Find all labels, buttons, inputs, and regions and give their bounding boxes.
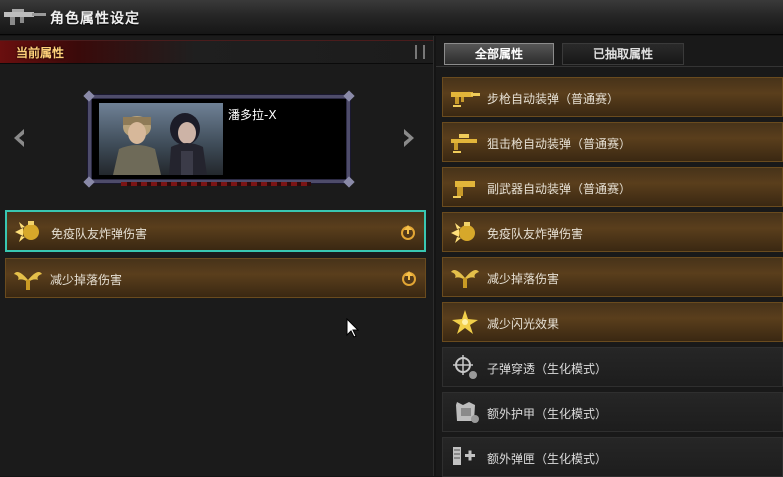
tab-all-attributes[interactable]: 全部属性	[444, 43, 554, 65]
attribute-label: 减少掉落伤害	[487, 272, 560, 286]
attribute-row[interactable]: 减少闪光效果	[442, 302, 783, 342]
attribute-label: 免疫队友炸弹伤害	[51, 227, 148, 241]
attribute-label: 额外护甲（生化模式）	[487, 407, 608, 421]
attribute-label: 减少闪光效果	[487, 317, 560, 331]
upgrade-icon[interactable]	[400, 224, 416, 240]
attribute-row[interactable]: 步枪自动装弹（普通赛）	[442, 77, 783, 117]
current-attribute-row[interactable]: 减少掉落伤害	[5, 258, 426, 298]
current-attributes-header: 当前属性	[0, 40, 433, 64]
chevron-left-icon[interactable]	[10, 126, 28, 150]
attribute-row[interactable]: 免疫队友炸弹伤害	[442, 212, 783, 252]
tab-divider	[436, 66, 783, 67]
attribute-label: 子弹穿透（生化模式）	[487, 362, 608, 376]
tab-drawn-attributes[interactable]: 已抽取属性	[562, 43, 684, 65]
grenade-icon	[451, 222, 475, 243]
attribute-label: 狙击枪自动装弹（普通赛）	[487, 137, 632, 151]
attribute-label: 额外弹匣（生化模式）	[487, 452, 608, 466]
frame-corner-icon	[83, 90, 95, 102]
attribute-row[interactable]: 减少掉落伤害	[442, 257, 783, 297]
current-attribute-row[interactable]: 免疫队友炸弹伤害	[5, 210, 426, 252]
attribute-row[interactable]: 子弹穿透（生化模式）	[442, 347, 783, 387]
mouse-cursor-icon	[346, 318, 360, 338]
character-card[interactable]: 潘多拉-X	[83, 90, 355, 188]
sniper-reload-icon	[451, 134, 477, 153]
flash-icon	[452, 310, 478, 334]
attribute-row[interactable]: 狙击枪自动装弹（普通赛）	[442, 122, 783, 162]
character-name: 潘多拉-X	[228, 108, 277, 122]
title-bar: 角色属性设定	[0, 0, 783, 35]
frame-corner-icon	[83, 176, 95, 188]
attribute-row[interactable]: 额外护甲（生化模式）	[442, 392, 783, 432]
frame-decor-strip	[121, 182, 311, 186]
attribute-row[interactable]: 副武器自动装弹（普通赛）	[442, 167, 783, 207]
attribute-row[interactable]: 额外弹匣（生化模式）	[442, 437, 783, 477]
frame-corner-icon	[343, 90, 355, 102]
window-title: 角色属性设定	[50, 11, 140, 27]
current-attributes-panel: 当前属性 潘多拉-X 免疫队友炸弹伤害 减少掉落伤害	[0, 36, 434, 476]
character-portrait	[99, 103, 223, 175]
all-attributes-panel: 全部属性 已抽取属性 步枪自动装弹（普通赛） 狙击枪自动装弹（普通赛） 副武器自…	[436, 36, 783, 477]
crosshair-icon	[453, 355, 477, 379]
chevron-right-icon[interactable]	[400, 126, 418, 150]
wings-icon	[14, 272, 42, 290]
pistol-reload-icon	[453, 181, 475, 198]
magazine-icon	[453, 447, 475, 465]
attribute-label: 副武器自动装弹（普通赛）	[487, 182, 632, 196]
attribute-label: 减少掉落伤害	[50, 273, 123, 287]
attribute-label: 免疫队友炸弹伤害	[487, 227, 584, 241]
rifle-reload-icon	[451, 92, 480, 107]
upgrade-icon[interactable]	[401, 270, 417, 286]
wings-icon	[451, 270, 479, 288]
attribute-label: 步枪自动装弹（普通赛）	[487, 92, 620, 106]
frame-corner-icon	[343, 176, 355, 188]
header-grip-icon	[415, 45, 425, 59]
armor-icon	[456, 402, 479, 423]
rifle-icon	[4, 9, 46, 25]
current-attributes-title: 当前属性	[16, 46, 65, 60]
grenade-icon	[15, 221, 39, 242]
